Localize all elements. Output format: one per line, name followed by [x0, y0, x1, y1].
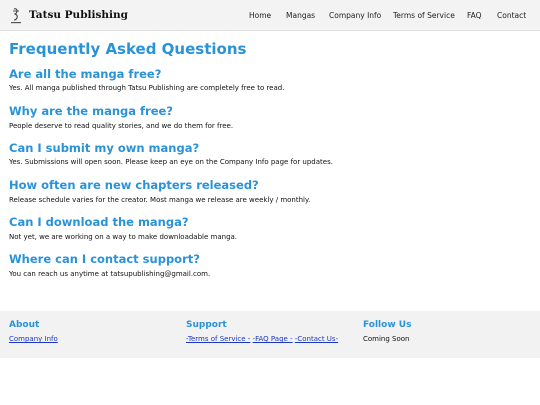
footer-support-heading: Support	[186, 320, 227, 330]
faq-answer: Not yet, we are working on a way to make…	[9, 233, 238, 241]
footer-contact-link[interactable]: -Contact Us-	[295, 335, 338, 343]
faq-answer: People deserve to read quality stories, …	[9, 122, 234, 130]
footer-faq-link[interactable]: -FAQ Page -	[253, 335, 293, 343]
faq-answer: Release schedule varies for the creator.…	[9, 196, 311, 204]
nav-faq[interactable]: FAQ	[467, 11, 482, 20]
faq-answer: You can reach us anytime at tatsupublish…	[9, 270, 211, 278]
faq-question: Can I download the manga?	[9, 215, 189, 229]
nav-terms-of-service[interactable]: Terms of Service	[393, 11, 455, 20]
nav-company-info[interactable]: Company Info	[329, 11, 381, 20]
faq-answer: Yes. All manga published through Tatsu P…	[9, 84, 285, 92]
site-header: Tatsu Publishing Home Mangas Company Inf…	[0, 0, 540, 31]
footer-company-info-link[interactable]: Company Info	[9, 335, 58, 343]
nav-mangas[interactable]: Mangas	[286, 11, 315, 20]
footer-support: Support -Terms of Service - -FAQ Page - …	[186, 320, 338, 343]
faq-answer: Yes. Submissions will open soon. Please …	[9, 158, 333, 166]
faq-question: How often are new chapters released?	[9, 178, 259, 192]
nav-contact[interactable]: Contact	[497, 11, 526, 20]
nav-home[interactable]: Home	[249, 11, 271, 20]
site-footer: About Company Info Support -Terms of Ser…	[0, 311, 540, 358]
page-title: Frequently Asked Questions	[9, 40, 247, 58]
faq-question: Where can I contact support?	[9, 252, 200, 266]
footer-terms-link[interactable]: -Terms of Service -	[186, 335, 250, 343]
footer-follow-text: Coming Soon	[363, 335, 410, 343]
faq-question: Are all the manga free?	[9, 67, 162, 81]
footer-follow-heading: Follow Us	[363, 320, 412, 330]
footer-about: About Company Info	[9, 320, 58, 343]
tatsu-logo-icon[interactable]	[9, 7, 23, 25]
footer-about-heading: About	[9, 320, 40, 330]
faq-question: Can I submit my own manga?	[9, 141, 200, 155]
footer-follow: Follow Us Coming Soon	[363, 320, 411, 343]
brand-title[interactable]: Tatsu Publishing	[29, 9, 128, 21]
faq-question: Why are the manga free?	[9, 104, 173, 118]
